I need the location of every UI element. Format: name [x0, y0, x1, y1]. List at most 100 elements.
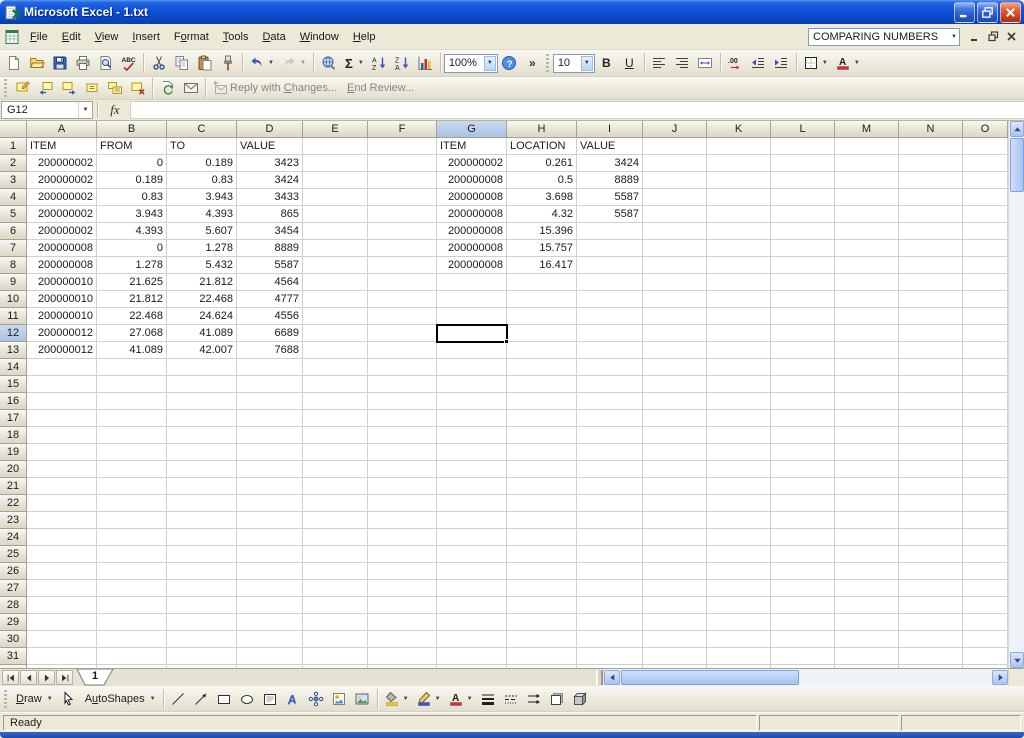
cell-L28[interactable]	[771, 597, 835, 614]
cell-D16[interactable]	[237, 393, 303, 410]
cell-N26[interactable]	[899, 563, 963, 580]
cell-F24[interactable]	[368, 529, 437, 546]
cell-L24[interactable]	[771, 529, 835, 546]
cell-K2[interactable]	[707, 155, 771, 172]
cell-D25[interactable]	[237, 546, 303, 563]
cell-O3[interactable]	[963, 172, 1008, 189]
cell-I30[interactable]	[577, 631, 643, 648]
cell-A30[interactable]	[27, 631, 97, 648]
workbook-icon[interactable]	[4, 29, 20, 45]
cut-button[interactable]	[147, 52, 170, 74]
cell-B22[interactable]	[97, 495, 167, 512]
column-header-I[interactable]: I	[577, 121, 643, 138]
cell-M31[interactable]	[835, 648, 899, 665]
line-button[interactable]	[167, 688, 190, 710]
cell-A3[interactable]: 200000002	[27, 172, 97, 189]
cell-M14[interactable]	[835, 359, 899, 376]
cell-G6[interactable]: 200000008	[437, 223, 507, 240]
cell-H24[interactable]	[507, 529, 577, 546]
cell-O5[interactable]	[963, 206, 1008, 223]
cell-N17[interactable]	[899, 410, 963, 427]
scroll-up-button[interactable]	[1010, 121, 1024, 137]
cell-L2[interactable]	[771, 155, 835, 172]
cell-D31[interactable]	[237, 648, 303, 665]
cell-M13[interactable]	[835, 342, 899, 359]
formula-input[interactable]	[130, 101, 1024, 119]
cell-N7[interactable]	[899, 240, 963, 257]
cell-D5[interactable]: 865	[237, 206, 303, 223]
cell-G27[interactable]	[437, 580, 507, 597]
cell-N21[interactable]	[899, 478, 963, 495]
cell-C23[interactable]	[167, 512, 237, 529]
cell-F16[interactable]	[368, 393, 437, 410]
cell-K27[interactable]	[707, 580, 771, 597]
cell-G4[interactable]: 200000008	[437, 189, 507, 206]
cell-B26[interactable]	[97, 563, 167, 580]
cell-O21[interactable]	[963, 478, 1008, 495]
row-header-8[interactable]: 8	[0, 257, 27, 274]
cell-D30[interactable]	[237, 631, 303, 648]
row-header-5[interactable]: 5	[0, 206, 27, 223]
cell-D12[interactable]: 6689	[237, 325, 303, 342]
cell-I13[interactable]	[577, 342, 643, 359]
cell-B13[interactable]: 41.089	[97, 342, 167, 359]
cell-G15[interactable]	[437, 376, 507, 393]
cell-N6[interactable]	[899, 223, 963, 240]
cell-E14[interactable]	[303, 359, 368, 376]
cell-M7[interactable]	[835, 240, 899, 257]
cell-O23[interactable]	[963, 512, 1008, 529]
cell-N15[interactable]	[899, 376, 963, 393]
cell-N19[interactable]	[899, 444, 963, 461]
cell-M29[interactable]	[835, 614, 899, 631]
cell-C3[interactable]: 0.83	[167, 172, 237, 189]
cell-J18[interactable]	[643, 427, 707, 444]
cell-D13[interactable]: 7688	[237, 342, 303, 359]
cell-M18[interactable]	[835, 427, 899, 444]
cell-F31[interactable]	[368, 648, 437, 665]
cell-A26[interactable]	[27, 563, 97, 580]
cell-O10[interactable]	[963, 291, 1008, 308]
paste-button[interactable]	[193, 52, 216, 74]
cell-G5[interactable]: 200000008	[437, 206, 507, 223]
cell-L29[interactable]	[771, 614, 835, 631]
chevron-down-icon[interactable]: ▼	[853, 60, 861, 66]
menu-view[interactable]: View	[88, 27, 126, 47]
cell-O28[interactable]	[963, 597, 1008, 614]
cell-E7[interactable]	[303, 240, 368, 257]
column-header-N[interactable]: N	[899, 121, 963, 138]
print-button[interactable]	[71, 52, 94, 74]
cell-L21[interactable]	[771, 478, 835, 495]
cell-K24[interactable]	[707, 529, 771, 546]
cell-M15[interactable]	[835, 376, 899, 393]
cell-O30[interactable]	[963, 631, 1008, 648]
menu-insert[interactable]: Insert	[125, 27, 167, 47]
horizontal-scroll-thumb[interactable]	[621, 670, 799, 685]
cell-L17[interactable]	[771, 410, 835, 427]
cell-G13[interactable]	[437, 342, 507, 359]
cell-L22[interactable]	[771, 495, 835, 512]
cell-C22[interactable]	[167, 495, 237, 512]
cell-K5[interactable]	[707, 206, 771, 223]
cell-C18[interactable]	[167, 427, 237, 444]
cell-K31[interactable]	[707, 648, 771, 665]
window-restore-button[interactable]	[985, 29, 1002, 44]
cell-D11[interactable]: 4556	[237, 308, 303, 325]
cell-H5[interactable]: 4.32	[507, 206, 577, 223]
cell-O1[interactable]	[963, 138, 1008, 155]
cell-K7[interactable]	[707, 240, 771, 257]
cell-J24[interactable]	[643, 529, 707, 546]
cell-D3[interactable]: 3424	[237, 172, 303, 189]
chevron-down-icon[interactable]: ▼	[951, 34, 957, 40]
cell-B29[interactable]	[97, 614, 167, 631]
cell-A6[interactable]: 200000002	[27, 223, 97, 240]
cell-I19[interactable]	[577, 444, 643, 461]
row-header-14[interactable]: 14	[0, 359, 27, 376]
cell-B19[interactable]	[97, 444, 167, 461]
cell-K28[interactable]	[707, 597, 771, 614]
cell-F23[interactable]	[368, 512, 437, 529]
cell-E2[interactable]	[303, 155, 368, 172]
cell-L11[interactable]	[771, 308, 835, 325]
cell-I22[interactable]	[577, 495, 643, 512]
bold-button[interactable]: B	[595, 52, 618, 74]
cell-I24[interactable]	[577, 529, 643, 546]
